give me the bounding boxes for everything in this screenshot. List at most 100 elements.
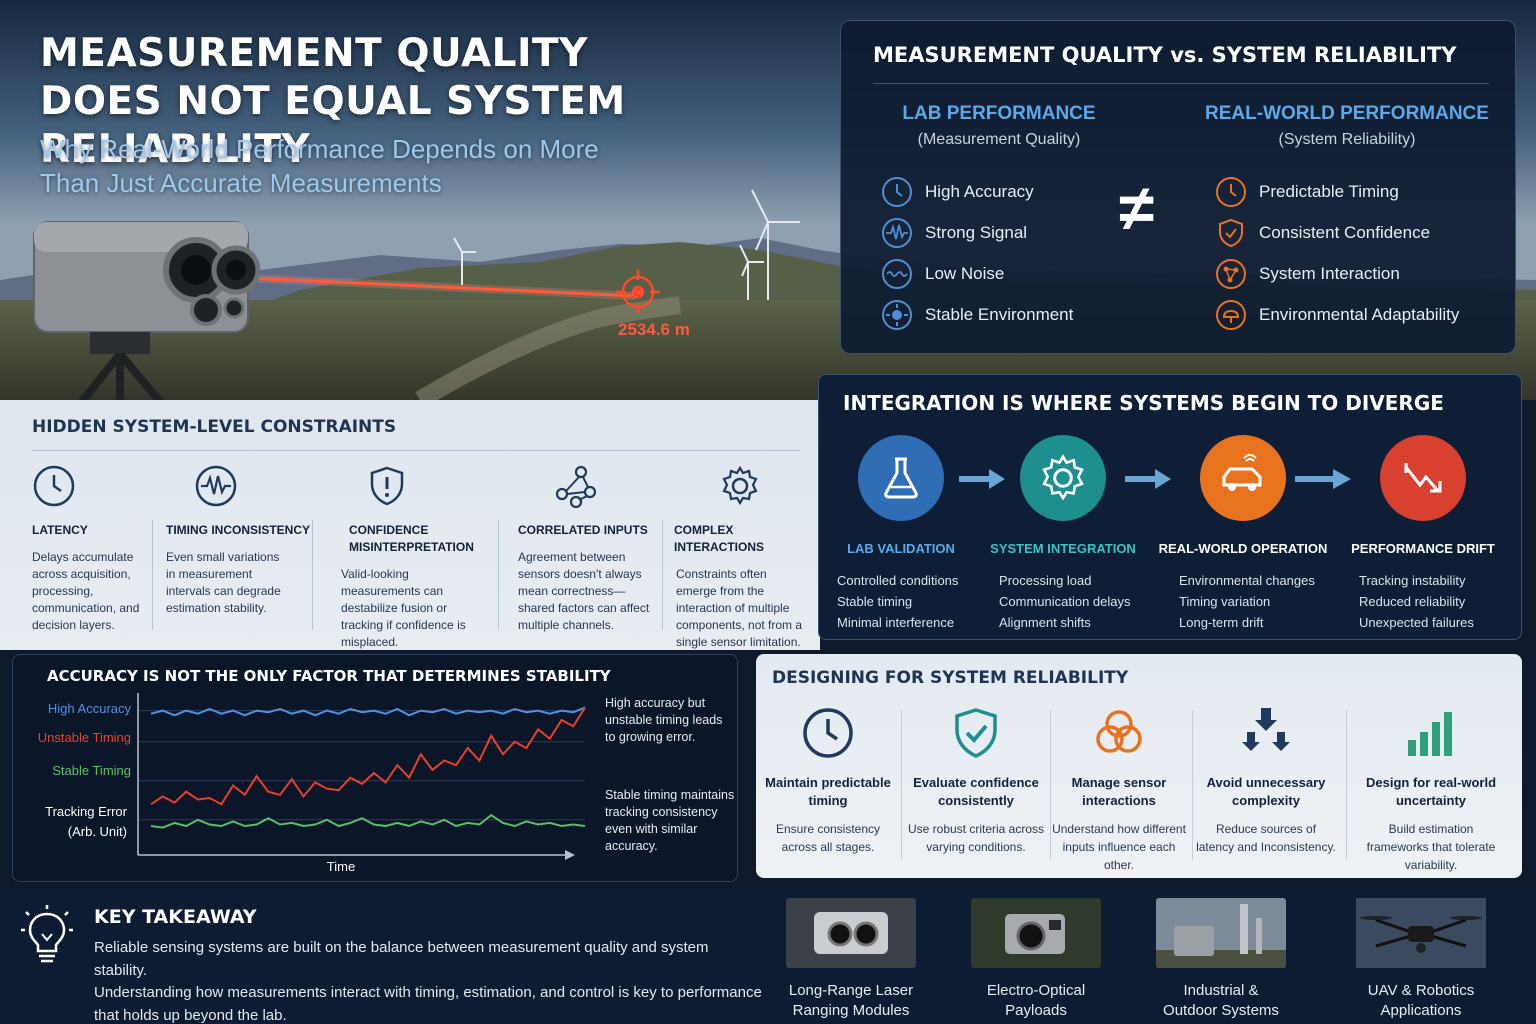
caption-line: Long-Range Laser bbox=[788, 982, 914, 999]
design-item-description: Understand how different inputs influenc… bbox=[1052, 822, 1186, 872]
item-label: Environmental Adaptability bbox=[1259, 304, 1460, 324]
clock-icon bbox=[1216, 176, 1246, 207]
item-label: Predictable Timing bbox=[1259, 181, 1399, 201]
caption-line: UAV & Robotics bbox=[1367, 982, 1475, 999]
list-item: System Interaction bbox=[1215, 253, 1459, 294]
stage-item: Stable timing bbox=[837, 594, 913, 609]
item-label: Low Noise bbox=[925, 263, 1005, 283]
stage-item: Minimal interference bbox=[837, 615, 955, 630]
stage-items: Tracking instability Reduced reliability… bbox=[1333, 570, 1513, 633]
chart-note-unstable: High accuracy but unstable timing leads … bbox=[605, 696, 723, 744]
caption-line: Payloads bbox=[1005, 1002, 1067, 1019]
constraint-title: CONFIDENCE MISINTERPRETATION bbox=[349, 523, 474, 554]
application-caption: Long-Range Laser Ranging Modules bbox=[766, 981, 936, 1021]
stage-title: PERFORMANCE DRIFT bbox=[1351, 541, 1495, 556]
design-item-title: Manage sensor interactions bbox=[1071, 775, 1167, 808]
series-label-unstable-timing: Unstable Timing bbox=[38, 730, 131, 745]
clock-icon bbox=[803, 708, 853, 758]
x-axis-label: Time bbox=[327, 859, 355, 874]
section-title: INTEGRATION IS WHERE SYSTEMS BEGIN TO DI… bbox=[843, 391, 1444, 415]
gear-icon bbox=[1042, 454, 1084, 501]
waveform-icon bbox=[195, 465, 237, 507]
divider bbox=[1346, 710, 1347, 860]
stability-chart-panel: ACCURACY IS NOT THE ONLY FACTOR THAT DET… bbox=[12, 654, 738, 882]
list-item: Strong Signal bbox=[881, 212, 1073, 253]
constraint-title: LATENCY bbox=[32, 523, 88, 537]
constraint-description: Even small variations in measurement int… bbox=[166, 550, 281, 615]
stage-circle bbox=[1200, 435, 1286, 521]
real-world-performance-list: Predictable Timing Consistent Confidence… bbox=[1215, 171, 1459, 335]
stage-title: SYSTEM INTEGRATION bbox=[990, 541, 1136, 556]
stage-circle bbox=[1380, 435, 1466, 521]
real-world-performance-heading: REAL-WORLD PERFORMANCE (System Reliabili… bbox=[1197, 103, 1497, 149]
caption-line: Outdoor Systems bbox=[1163, 1002, 1279, 1019]
design-item-title: Avoid unnecessary complexity bbox=[1206, 775, 1326, 808]
application-uav-robotics: UAV & Robotics Applications bbox=[1336, 898, 1506, 1021]
takeaway-line: Reliable sensing systems are built on th… bbox=[94, 939, 709, 979]
constraint-description: Valid-looking measurements can destabili… bbox=[341, 567, 466, 649]
constraint-complex-interactions: COMPLEX INTERACTIONS Constraints often e… bbox=[674, 464, 826, 651]
divider bbox=[662, 520, 663, 630]
constraint-confidence-misinterpretation: CONFIDENCE MISINTERPRETATION Valid-looki… bbox=[341, 464, 491, 651]
list-item: Consistent Confidence bbox=[1215, 212, 1459, 253]
title-line-1: MEASUREMENT QUALITY bbox=[40, 31, 588, 76]
design-item-uncertainty: Design for real-world uncertainty Build … bbox=[1361, 706, 1501, 874]
shield-check-icon bbox=[1219, 218, 1243, 247]
design-item-interactions: Manage sensor interactions Understand ho… bbox=[1049, 706, 1189, 874]
stage-item: Processing load bbox=[999, 573, 1092, 588]
chart-note-stable: Stable timing maintains tracking consist… bbox=[605, 788, 735, 853]
stage-items: Processing load Communication delays Ali… bbox=[973, 570, 1153, 633]
integration-panel: INTEGRATION IS WHERE SYSTEMS BEGIN TO DI… bbox=[818, 374, 1522, 640]
list-item: Stable Environment bbox=[881, 294, 1073, 335]
drone-image bbox=[1356, 898, 1486, 968]
stage-item: Reduced reliability bbox=[1359, 594, 1466, 609]
reduce-arrows-icon bbox=[1242, 708, 1290, 751]
divider bbox=[873, 83, 1489, 84]
design-item-description: Use robust criteria across varying condi… bbox=[907, 822, 1045, 854]
constraint-title: CORRELATED INPUTS bbox=[518, 523, 648, 537]
divider bbox=[901, 710, 902, 860]
stage-item: Communication delays bbox=[999, 594, 1131, 609]
constraint-description: Constraints often emerge from the intera… bbox=[676, 567, 803, 649]
item-label: System Interaction bbox=[1259, 263, 1400, 283]
flask-icon bbox=[884, 457, 918, 499]
industrial-system-image bbox=[1156, 898, 1286, 968]
hidden-constraints-panel: HIDDEN SYSTEM-LEVEL CONSTRAINTS LATENCY … bbox=[0, 400, 820, 650]
constraint-correlated-inputs: CORRELATED INPUTS Agreement between sens… bbox=[518, 464, 668, 634]
laser-module-image bbox=[786, 898, 916, 968]
divider bbox=[152, 520, 153, 630]
stage-system-integration: SYSTEM INTEGRATION Processing load Commu… bbox=[973, 435, 1153, 633]
divider bbox=[1192, 710, 1193, 860]
stage-item: Tracking instability bbox=[1359, 573, 1466, 588]
design-item-description: Ensure consistency across all stages. bbox=[775, 822, 881, 854]
divider bbox=[312, 520, 313, 630]
series-line-unstable-timing bbox=[150, 706, 586, 806]
application-caption: Electro-Optical Payloads bbox=[951, 981, 1121, 1021]
key-takeaway-banner: KEY TAKEAWAY Reliable sensing systems ar… bbox=[0, 888, 1536, 1024]
page-subtitle: Why Real-World Performance Depends on Mo… bbox=[40, 132, 680, 200]
stage-item: Controlled conditions bbox=[837, 573, 959, 588]
trend-down-icon bbox=[1404, 463, 1442, 493]
y-axis-label-line1: Tracking Error bbox=[45, 804, 128, 819]
not-equal-symbol: ≠ bbox=[1119, 172, 1155, 244]
design-item-description: Reduce sources of latency and Inconsiste… bbox=[1196, 822, 1336, 854]
item-label: Consistent Confidence bbox=[1259, 222, 1431, 242]
lab-performance-list: High Accuracy Strong Signal Low Noise St… bbox=[881, 171, 1073, 335]
y-axis-label-line2: (Arb. Unit) bbox=[68, 824, 127, 839]
stage-circle bbox=[1020, 435, 1106, 521]
application-industrial-outdoor: Industrial & Outdoor Systems bbox=[1136, 898, 1306, 1021]
series-label-high-accuracy: High Accuracy bbox=[48, 701, 132, 716]
column-subheading: (Measurement Quality) bbox=[917, 131, 1081, 148]
item-label: Stable Environment bbox=[925, 304, 1074, 324]
takeaway-title: KEY TAKEAWAY bbox=[94, 906, 257, 928]
rangefinder-device-illustration bbox=[33, 221, 260, 400]
stage-title: REAL-WORLD OPERATION bbox=[1158, 541, 1328, 556]
weather-cloud-icon bbox=[1216, 299, 1246, 330]
column-subheading: (System Reliability) bbox=[1278, 131, 1416, 148]
stage-items: Environmental changes Timing variation L… bbox=[1153, 570, 1333, 633]
vehicle-icon bbox=[1222, 454, 1262, 491]
divider bbox=[498, 520, 499, 630]
column-heading: LAB PERFORMANCE bbox=[902, 103, 1096, 124]
list-item: Low Noise bbox=[881, 253, 1073, 294]
designing-panel: DESIGNING FOR SYSTEM RELIABILITY Maintai… bbox=[756, 654, 1522, 878]
